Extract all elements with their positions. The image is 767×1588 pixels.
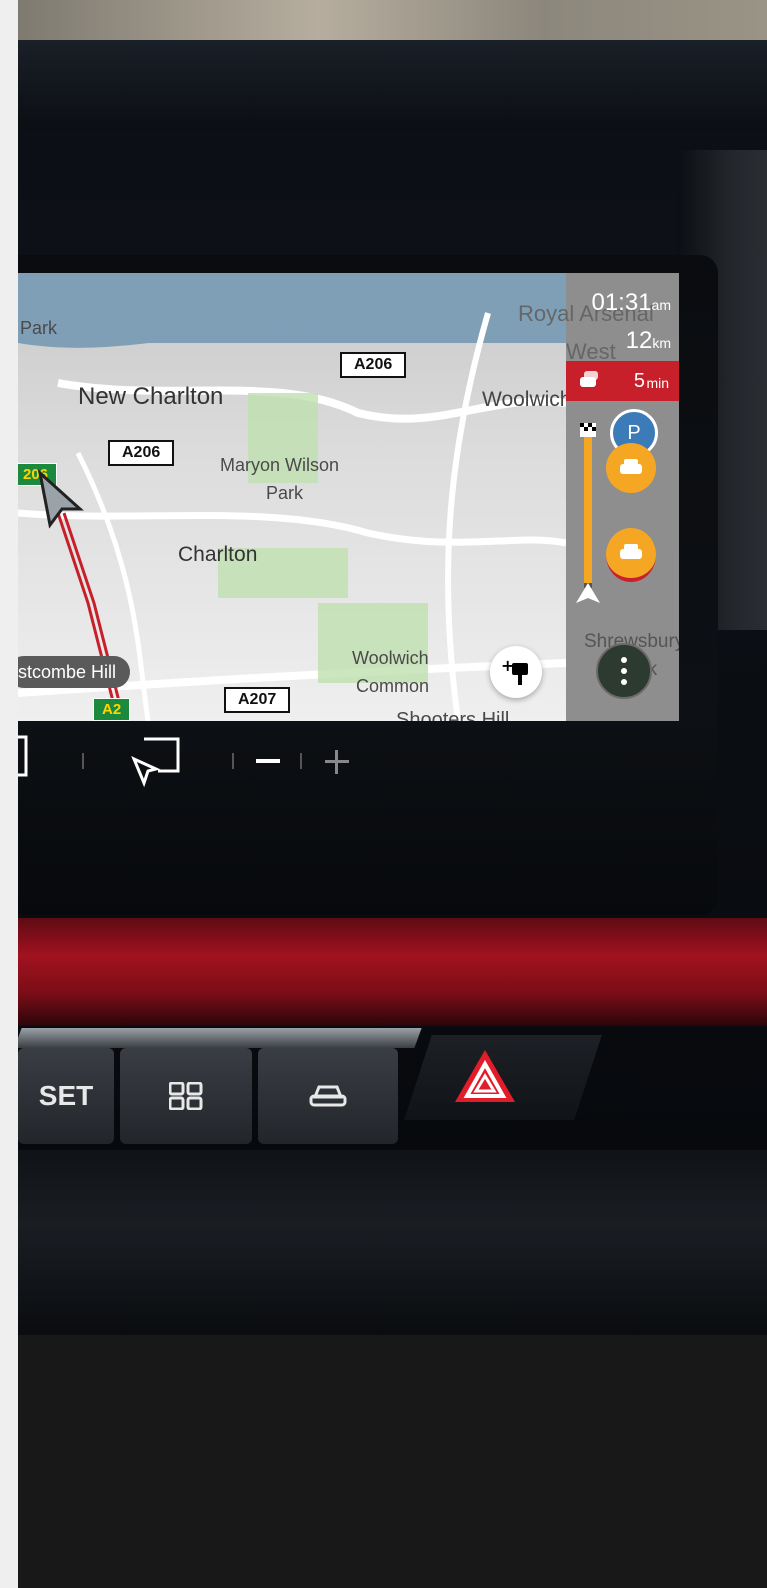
more-options-icon xyxy=(621,657,627,685)
physical-button-row: SET xyxy=(18,1048,418,1148)
distance-value: 12 xyxy=(625,327,653,354)
car-incident-icon xyxy=(620,459,642,474)
arrival-time-value: 01:31 xyxy=(591,289,652,316)
map-label-shooters-hill: Shooters Hill xyxy=(396,709,510,721)
road-sign-a206-left: A206 xyxy=(108,440,175,466)
car-icon xyxy=(309,1085,347,1107)
set-button-label: SET xyxy=(38,1080,94,1111)
route-arrow-icon[interactable] xyxy=(130,735,182,787)
distance-unit: km xyxy=(652,335,671,351)
delay-unit: min xyxy=(646,375,669,391)
parking-icon: P xyxy=(627,421,641,444)
add-poi-button[interactable]: + xyxy=(490,646,542,698)
grid-icon xyxy=(169,1082,203,1110)
add-poi-icon: + xyxy=(501,657,528,685)
lower-dashboard xyxy=(18,1150,767,1335)
map-label-charlton: Charlton xyxy=(178,543,258,566)
divider xyxy=(82,753,84,769)
traffic-incident-2[interactable] xyxy=(606,528,656,582)
apps-button[interactable] xyxy=(120,1048,252,1144)
street-name-pill: stcombe Hill xyxy=(18,656,131,688)
left-page-margin xyxy=(0,0,18,1588)
set-button[interactable]: SET xyxy=(18,1048,114,1144)
map-label-common: Common xyxy=(356,676,430,696)
traffic-incident-1[interactable] xyxy=(606,443,656,493)
arrival-time: 01:31am xyxy=(591,289,671,317)
dashboard-top xyxy=(18,40,767,130)
vehicle-button[interactable] xyxy=(258,1048,398,1144)
road-sign-a2: A2 xyxy=(93,698,131,721)
traffic-delay-bar[interactable]: 5 min xyxy=(566,361,679,401)
hazard-icon[interactable] xyxy=(453,1048,517,1104)
divider xyxy=(300,753,302,769)
infotainment-screen: Park New Charlton Maryon Wilson Park Cha… xyxy=(18,273,679,721)
delay-value: 5 xyxy=(633,370,645,392)
map-label-new-charlton: New Charlton xyxy=(78,383,224,410)
car-incident-icon xyxy=(620,544,642,559)
zoom-in-icon[interactable] xyxy=(324,749,350,775)
screen-mirror-icon[interactable] xyxy=(18,735,32,779)
divider xyxy=(232,753,234,769)
road-sign-a207: A207 xyxy=(224,687,291,713)
screen-controls xyxy=(18,735,418,795)
traffic-jam-icon xyxy=(580,371,598,387)
zoom-out-icon[interactable] xyxy=(256,759,280,763)
remaining-distance: 12km xyxy=(626,327,671,355)
map-label-maryon-park: Park xyxy=(266,483,304,503)
more-options-button[interactable] xyxy=(596,643,652,699)
silver-trim xyxy=(18,1028,422,1048)
cursor-icon xyxy=(37,469,84,529)
street-name-label: stcombe Hill xyxy=(18,662,117,682)
red-dash-trim xyxy=(18,918,767,1026)
arrival-time-suffix: am xyxy=(651,297,671,313)
car-interior: Park New Charlton Maryon Wilson Park Cha… xyxy=(18,0,767,1335)
map-label-woolwich-east: Woolwich xyxy=(482,388,566,411)
map-label-maryon-wilson: Maryon Wilson xyxy=(220,455,340,475)
map-label-woolwich: Woolwich xyxy=(352,648,429,668)
route-info-panel: Royal Arsenal West 01:31am 12km 5 min P … xyxy=(518,273,679,721)
road-sign-a206-top: A206 xyxy=(340,352,407,378)
navigation-map[interactable]: Park New Charlton Maryon Wilson Park Cha… xyxy=(18,273,566,721)
map-label-park: Park xyxy=(20,318,58,338)
